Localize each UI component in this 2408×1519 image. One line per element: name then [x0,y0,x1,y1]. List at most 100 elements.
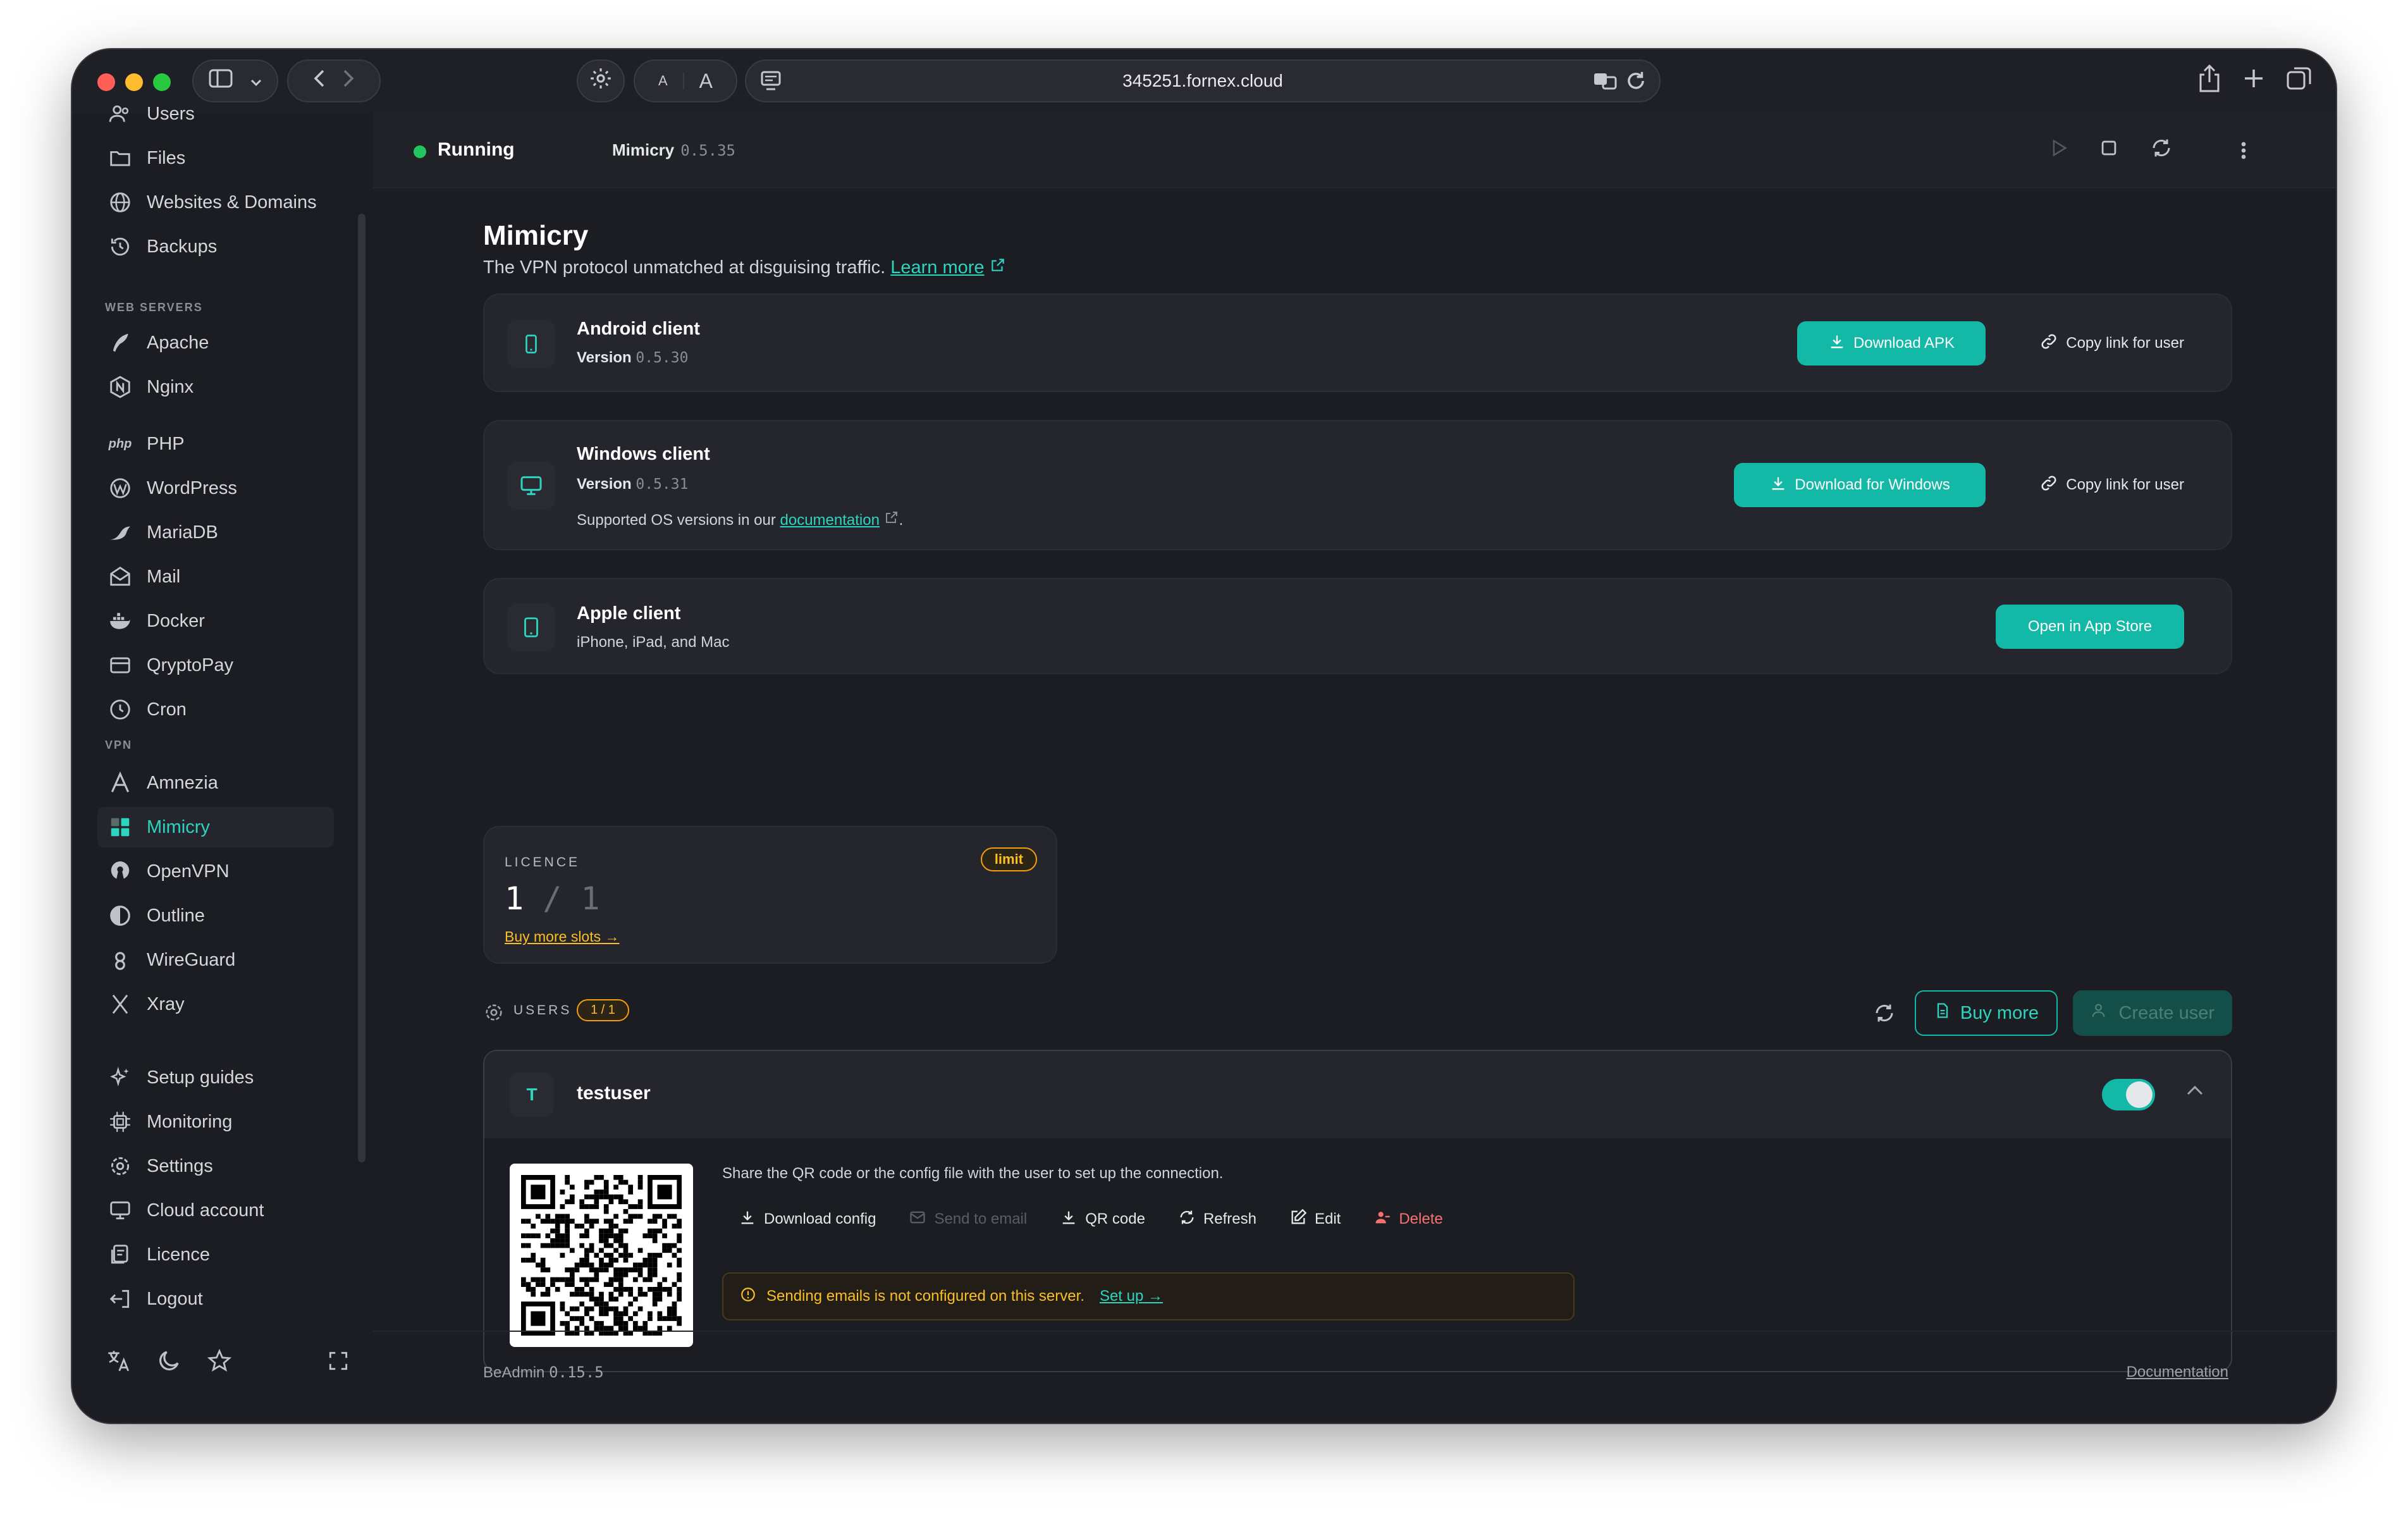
gear-icon[interactable] [589,66,613,95]
sidebar-item-mimicry[interactable]: Mimicry [97,807,334,847]
sidebar-item-docker[interactable]: Docker [97,601,334,641]
minimize-window-button[interactable] [125,73,143,91]
qr-code-button[interactable]: QR code [1043,1208,1162,1231]
edit-user-button[interactable]: Edit [1273,1208,1357,1231]
download-windows-button[interactable]: Download for Windows [1734,463,1986,507]
stop-icon[interactable] [2098,137,2120,163]
licence-card: LICENCE limit 1 / 1 Buy more slots → [483,826,1057,964]
external-link-icon [884,512,899,529]
app-status-bar: Running Mimicry 0.5.35 [373,113,2336,188]
chevron-down-icon[interactable] [250,70,262,92]
user-card-header[interactable]: T testuser [484,1051,2231,1138]
extensions-button[interactable] [577,59,625,102]
android-client-version: Version 0.5.30 [577,349,689,366]
chevron-up-icon[interactable] [2185,1084,2204,1100]
sidebar-item-backups[interactable]: Backups [97,226,334,267]
sidebar-item-wordpress[interactable]: WordPress [97,468,334,508]
running-indicator [414,145,426,158]
sidebar-item-users[interactable]: Users [97,94,334,134]
page-menu-icon[interactable] [760,70,782,98]
back-icon[interactable] [314,69,325,93]
address-bar[interactable]: 345251.fornex.cloud [745,59,1661,102]
sidebar-toggle-icon[interactable] [209,69,233,93]
tab-overview-icon[interactable] [2285,63,2313,97]
moon-icon[interactable] [156,1348,182,1377]
sidebar-item-apache[interactable]: Apache [97,323,334,363]
footer-documentation-link[interactable]: Documentation [2127,1363,2228,1381]
delete-user-button[interactable]: Delete [1357,1208,1459,1231]
learn-more-link[interactable]: Learn more [890,257,984,278]
browser-window: A A 345251.fornex.cloud Users Files Webs… [71,48,2337,1424]
clock-icon [108,697,133,722]
sparkles-icon [108,1065,133,1090]
sidebar-item-amnezia[interactable]: Amnezia [97,763,334,803]
sidebar-item-cloud-account[interactable]: Cloud account [97,1190,334,1231]
mariadb-icon [108,520,133,545]
user-name: testuser [577,1083,651,1104]
nginx-icon [108,374,133,400]
buy-more-slots-link[interactable]: Buy more slots → [505,928,620,945]
sidebar-item-monitoring[interactable]: Monitoring [97,1102,334,1142]
restart-icon[interactable] [2149,137,2174,163]
url-text[interactable]: 345251.fornex.cloud [1122,71,1283,91]
reload-icon[interactable] [1624,68,1648,98]
user-enabled-toggle[interactable] [2102,1079,2155,1110]
create-user-button[interactable]: Create user [2073,990,2232,1036]
refresh-users-icon[interactable] [1873,1002,1896,1028]
sidebar-item-files[interactable]: Files [97,138,334,178]
play-icon[interactable] [2048,137,2069,163]
logout-icon [108,1286,133,1312]
sidebar-item-qryptopay[interactable]: QryptoPay [97,645,334,686]
sidebar-item-openvpn[interactable]: OpenVPN [97,851,334,892]
fullscreen-icon[interactable] [326,1349,350,1376]
windows-os-note: Supported OS versions in our documentati… [577,512,904,529]
sidebar-item-wireguard[interactable]: WireGuard [97,940,334,980]
share-icon[interactable] [2197,63,2222,97]
sidebar-item-php[interactable]: php PHP [97,424,334,464]
buy-more-button[interactable]: Buy more [1914,990,2058,1036]
language-icon[interactable] [105,1348,132,1377]
page-subtitle: The VPN protocol unmatched at disguising… [483,257,1006,278]
increase-text-button[interactable]: A [684,70,728,93]
send-to-email-button[interactable]: Send to email [892,1208,1043,1231]
forward-icon[interactable] [343,69,354,93]
download-config-button[interactable]: Download config [722,1208,892,1231]
document-icon [1934,1001,1951,1025]
more-vertical-icon[interactable] [2237,138,2250,166]
new-tab-icon[interactable] [2241,63,2266,97]
set-up-email-link[interactable]: Set up → [1100,1288,1163,1305]
xray-icon [108,992,133,1017]
chip-icon [108,1109,133,1135]
globe-icon [108,190,133,215]
documentation-link[interactable]: documentation [780,512,880,529]
sidebar-item-logout[interactable]: Logout [97,1279,334,1319]
decrease-text-button[interactable]: A [643,73,684,89]
sidebar-item-settings[interactable]: Settings [97,1146,334,1186]
folder-icon [108,145,133,171]
open-app-store-button[interactable]: Open in App Store [1996,605,2184,649]
sidebar-item-nginx[interactable]: Nginx [97,367,334,407]
sidebar-item-cron[interactable]: Cron [97,689,334,730]
vpn-section-label: VPN [105,739,133,751]
maximize-window-button[interactable] [153,73,171,91]
sidebar-item-xray[interactable]: Xray [97,984,334,1024]
sidebar-item-licence[interactable]: Licence [97,1234,334,1275]
qr-code [510,1164,693,1347]
sidebar-item-setup-guides[interactable]: Setup guides [97,1057,334,1098]
wireguard-icon [108,947,133,973]
refresh-config-button[interactable]: Refresh [1162,1208,1273,1231]
sidebar-item-websites[interactable]: Websites & Domains [97,182,334,223]
sidebar-scrollbar[interactable] [358,214,366,1162]
download-apk-button[interactable]: Download APK [1797,321,1986,366]
edit-icon [1289,1208,1307,1231]
refresh-icon [1178,1208,1196,1231]
sidebar-item-mail[interactable]: Mail [97,557,334,597]
star-icon[interactable] [206,1348,233,1377]
sidebar-item-outline[interactable]: Outline [97,895,334,936]
android-copy-link-button[interactable]: Copy link for user [2039,321,2184,366]
translate-icon[interactable] [1592,68,1618,98]
close-window-button[interactable] [97,73,115,91]
sidebar-footer-tools [97,1342,348,1382]
windows-copy-link-button[interactable]: Copy link for user [2039,463,2184,507]
sidebar-item-mariadb[interactable]: MariaDB [97,512,334,553]
